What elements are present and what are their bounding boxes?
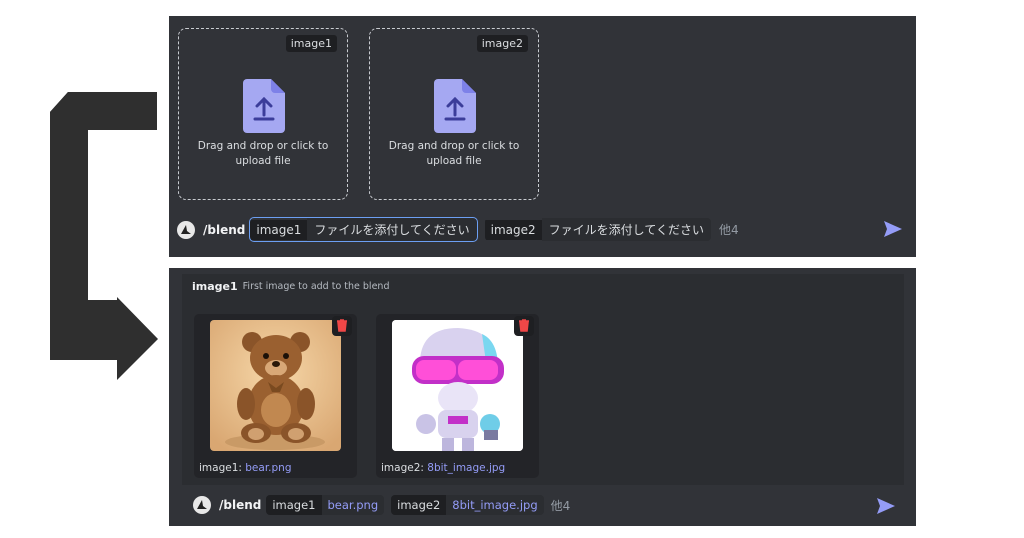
slash-command-panel-filled: image1 First image to add to the blend i…: [169, 268, 916, 526]
option-key: image1: [250, 219, 308, 240]
hint-option-key: image1: [192, 279, 238, 293]
command-name: /blend: [219, 498, 262, 512]
option-image2[interactable]: image2 8bit_image.jpg: [391, 495, 544, 515]
dropzone-tag: image2: [476, 35, 528, 52]
send-icon[interactable]: [884, 221, 902, 237]
command-name: /blend: [203, 222, 246, 237]
option-image1[interactable]: image1 ファイルを添付してください: [249, 217, 478, 242]
dropzone-image2[interactable]: image2 Drag and drop or click to upload …: [369, 28, 539, 200]
attachment-caption: image2: 8bit_image.jpg: [381, 462, 505, 474]
trash-icon[interactable]: [514, 316, 534, 336]
dropzone-text: Drag and drop or click to upload file: [388, 140, 520, 167]
attachment-caption: image1: bear.png: [199, 462, 292, 474]
attachment-card-image1[interactable]: image1: bear.png: [194, 314, 357, 478]
upload-file-icon: [434, 79, 476, 133]
command-bar[interactable]: /blend image1 ファイルを添付してください image2 ファイルを…: [177, 217, 739, 242]
option-image1[interactable]: image1 bear.png: [266, 495, 385, 515]
bot-avatar-icon: [193, 496, 211, 514]
hint-option-description: First image to add to the blend: [242, 280, 390, 292]
teddy-bear-image: [210, 320, 341, 451]
option-value: ファイルを添付してください: [541, 218, 711, 241]
dropzone-tag: image1: [285, 35, 337, 52]
attachments-area: image1: bear.png image2: 8bit_image.jpg: [182, 298, 904, 485]
trash-icon[interactable]: [332, 316, 352, 336]
dropzone-image1[interactable]: image1 Drag and drop or click to upload …: [178, 28, 348, 200]
option-value: ファイルを添付してください: [307, 218, 477, 241]
more-options[interactable]: 他4: [551, 497, 571, 514]
slash-command-panel-empty: image1 Drag and drop or click to upload …: [169, 16, 916, 257]
more-options[interactable]: 他4: [719, 221, 739, 238]
option-value: bear.png: [321, 495, 385, 515]
option-key: image2: [484, 219, 542, 240]
caption-filename: 8bit_image.jpg: [427, 462, 506, 474]
option-hint-header: image1 First image to add to the blend: [182, 274, 904, 298]
send-icon[interactable]: [877, 498, 895, 514]
dropzone-text: Drag and drop or click to upload file: [197, 140, 329, 167]
option-image2[interactable]: image2 ファイルを添付してください: [484, 218, 711, 241]
bot-avatar-icon: [177, 220, 195, 239]
caption-filename: bear.png: [245, 462, 292, 474]
upload-file-icon: [243, 79, 285, 133]
attachment-card-image2[interactable]: image2: 8bit_image.jpg: [376, 314, 539, 478]
flow-arrow-icon: [50, 92, 158, 380]
caption-label: image1:: [199, 462, 246, 474]
command-bar[interactable]: /blend image1 bear.png image2 8bit_image…: [193, 495, 570, 515]
option-key: image1: [266, 495, 322, 515]
caption-label: image2:: [381, 462, 428, 474]
option-key: image2: [391, 495, 447, 515]
option-value: 8bit_image.jpg: [446, 495, 544, 515]
robot-8bit-image: [392, 320, 523, 451]
